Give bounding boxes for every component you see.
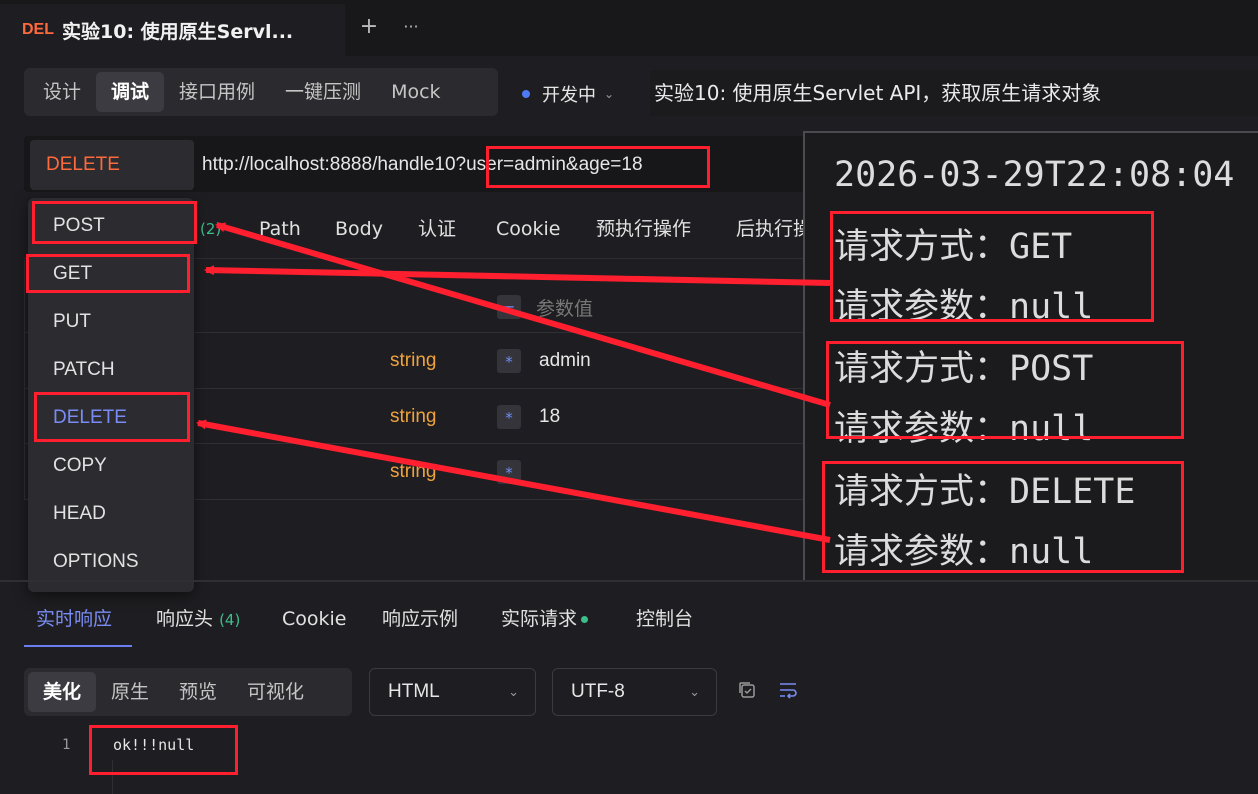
tab-auth[interactable]: 认证 xyxy=(418,214,456,244)
annotation-box-post xyxy=(32,201,197,244)
required-star-icon[interactable]: * xyxy=(497,349,521,373)
annotation-box-console-delete xyxy=(822,461,1184,573)
param-type[interactable]: string xyxy=(390,350,436,372)
tab-method-badge: DEL xyxy=(22,21,54,38)
line-number: 1 xyxy=(62,737,71,753)
tab-realtime-response[interactable]: 实时响应 xyxy=(36,604,112,634)
tab-title: 实验10: 使用原生Servl... xyxy=(62,20,294,43)
method-option-head[interactable]: HEAD xyxy=(53,503,106,525)
annotation-box-get xyxy=(26,254,190,293)
more-tabs-icon[interactable]: ··· xyxy=(400,14,422,40)
tab-current-request[interactable]: DEL 实验10: 使用原生Servl... xyxy=(0,4,345,56)
mode-load-test[interactable]: 一键压测 xyxy=(270,72,376,112)
status-select[interactable]: 开发中 ⌄ xyxy=(522,80,614,108)
api-name-input[interactable]: 实验10: 使用原生Servlet API，获取原生请求对象 xyxy=(650,70,1258,116)
tab-label: 响应头 xyxy=(156,608,214,630)
view-preview[interactable]: 预览 xyxy=(164,672,232,712)
required-star-icon[interactable]: * xyxy=(497,460,521,484)
new-tab-icon[interactable]: + xyxy=(358,14,380,40)
panel-divider[interactable] xyxy=(0,580,1258,582)
required-star-icon[interactable]: * xyxy=(497,405,521,429)
method-option-patch[interactable]: PATCH xyxy=(53,359,115,381)
method-select[interactable]: DELETE xyxy=(30,140,194,190)
status-dot-icon xyxy=(581,616,589,623)
method-option-options[interactable]: OPTIONS xyxy=(53,551,139,573)
format-select[interactable]: HTML ⌄ xyxy=(369,668,536,716)
equals-icon: = xyxy=(497,295,521,319)
view-mode-switcher: 美化 原生 预览 可视化 xyxy=(24,668,352,716)
status-dot-icon xyxy=(522,90,530,98)
view-pretty[interactable]: 美化 xyxy=(28,672,97,712)
mode-debug[interactable]: 调试 xyxy=(96,72,165,112)
tab-body[interactable]: Body xyxy=(335,214,383,244)
copy-icon[interactable] xyxy=(737,680,757,700)
status-label: 开发中 xyxy=(542,85,596,106)
tab-path[interactable]: Path xyxy=(259,214,301,244)
active-tab-underline xyxy=(24,645,132,647)
param-value[interactable]: 18 xyxy=(539,406,560,428)
wrap-lines-icon[interactable] xyxy=(778,680,798,700)
tab-post-actions[interactable]: 后执行操作 xyxy=(736,214,806,244)
encoding-value: UTF-8 xyxy=(571,681,625,702)
encoding-select[interactable]: UTF-8 ⌄ xyxy=(552,668,717,716)
annotation-box-console-post xyxy=(826,341,1184,439)
tab-actual-request[interactable]: 实际请求 xyxy=(501,604,589,634)
mode-switcher: 设计 调试 接口用例 一键压测 Mock xyxy=(24,68,498,116)
tab-response-cookie[interactable]: Cookie xyxy=(282,604,347,634)
chevron-down-icon: ⌄ xyxy=(604,87,615,101)
chevron-down-icon: ⌄ xyxy=(508,684,519,699)
view-visualize[interactable]: 可视化 xyxy=(232,672,319,712)
view-raw[interactable]: 原生 xyxy=(96,672,164,712)
tab-response-example[interactable]: 响应示例 xyxy=(382,604,458,634)
tab-cookie[interactable]: Cookie xyxy=(496,214,561,244)
method-option-put[interactable]: PUT xyxy=(53,311,91,333)
format-value: HTML xyxy=(388,681,440,702)
console-timestamp: 2026-03-29T22:08:04 xyxy=(834,155,1235,195)
tab-response-headers[interactable]: 响应头 (4) xyxy=(156,604,240,634)
mode-design[interactable]: 设计 xyxy=(28,72,96,112)
tab-console[interactable]: 控制台 xyxy=(636,604,693,634)
param-type[interactable]: string xyxy=(390,406,436,428)
tab-label: 实际请求 xyxy=(501,608,578,630)
chevron-down-icon: ⌄ xyxy=(689,684,700,699)
annotation-box-query xyxy=(486,146,710,188)
param-value[interactable]: admin xyxy=(539,350,591,372)
tab-pre-actions[interactable]: 预执行操作 xyxy=(596,214,691,244)
mode-cases[interactable]: 接口用例 xyxy=(164,72,270,112)
method-option-copy[interactable]: COPY xyxy=(53,455,107,477)
mode-mock[interactable]: Mock xyxy=(376,72,455,112)
param-type[interactable]: string xyxy=(390,461,436,483)
annotation-box-console-get xyxy=(830,211,1154,322)
value-header: 参数值 xyxy=(536,298,594,320)
annotation-box-delete xyxy=(34,392,190,442)
headers-count: (4) xyxy=(219,611,241,629)
params-count: (2) xyxy=(200,220,222,238)
annotation-box-response xyxy=(89,725,238,775)
